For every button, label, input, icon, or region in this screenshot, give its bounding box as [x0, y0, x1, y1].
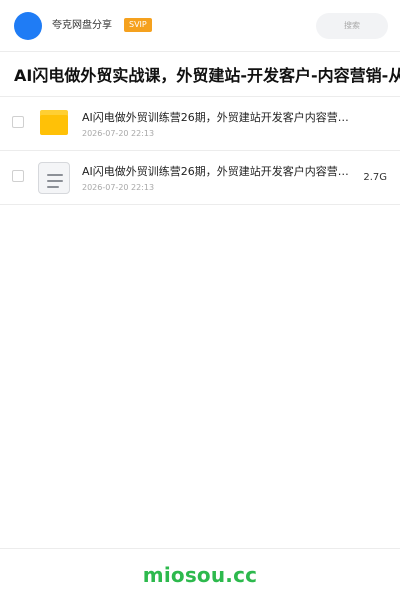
file-list: AI闪电做外贸训练营26期，外贸建站开发客户内容营销从0到1 2026-07-2… [0, 96, 400, 205]
avatar[interactable] [14, 12, 42, 40]
site-name: 夸克网盘分享 [52, 20, 112, 31]
file-row-folder[interactable]: AI闪电做外贸训练营26期，外贸建站开发客户内容营销从0到1 2026-07-2… [0, 97, 400, 151]
file-size: 2.7G [363, 172, 387, 183]
file-date: 2026-07-20 22:13 [82, 183, 155, 192]
search-input[interactable]: 搜索 [316, 13, 388, 39]
top-bar: 夸克网盘分享 SVIP 搜索 [0, 0, 400, 52]
row-checkbox[interactable] [12, 116, 24, 128]
file-name[interactable]: AI闪电做外贸训练营26期，外贸建站开发客户内容营销从0到1 [82, 165, 350, 179]
share-page: 夸克网盘分享 SVIP 搜索 AI闪电做外贸实战课，外贸建站-开发客户-内容营销… [0, 0, 400, 600]
file-row-document[interactable]: AI闪电做外贸训练营26期，外贸建站开发客户内容营销从0到1 2026-07-2… [0, 151, 400, 205]
document-icon [38, 162, 70, 194]
share-title: AI闪电做外贸实战课，外贸建站-开发客户-内容营销-从0到 [14, 66, 400, 85]
footer: miosou.cc [0, 548, 400, 600]
svip-badge: SVIP [124, 18, 152, 32]
file-date: 2026-07-20 22:13 [82, 129, 155, 138]
footer-brand[interactable]: miosou.cc [143, 563, 257, 587]
folder-icon [38, 108, 70, 140]
row-checkbox[interactable] [12, 170, 24, 182]
file-name[interactable]: AI闪电做外贸训练营26期，外贸建站开发客户内容营销从0到1 [82, 111, 350, 125]
